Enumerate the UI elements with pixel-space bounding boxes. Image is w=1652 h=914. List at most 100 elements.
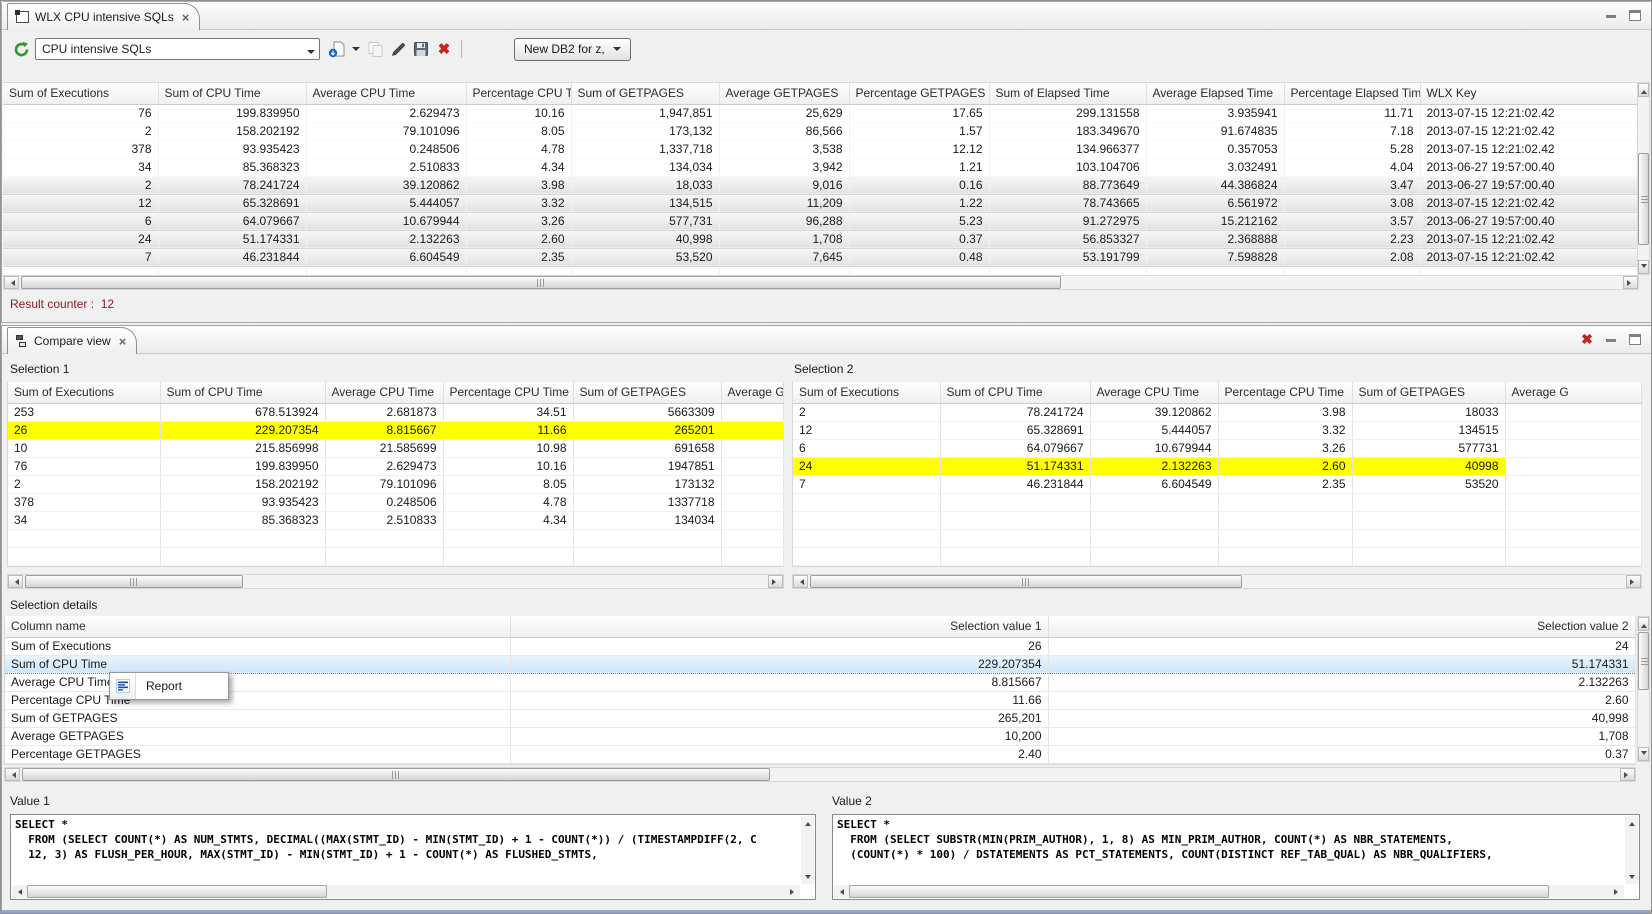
table-cell[interactable]: 2.629473: [306, 104, 466, 122]
value2-sql-box[interactable]: SELECT * FROM (SELECT SUBSTR(MIN(PRIM_AU…: [832, 814, 1640, 900]
table-cell[interactable]: 253: [8, 403, 160, 421]
scroll-right-arrow[interactable]: [1611, 885, 1624, 898]
table-row[interactable]: 746.2318446.6045492.3553,5207,6450.4853.…: [3, 248, 1638, 266]
table-cell[interactable]: 11.66: [510, 691, 1048, 709]
table-cell[interactable]: 6: [3, 212, 158, 230]
column-header[interactable]: Sum of CPU Time: [940, 382, 1090, 403]
table-cell[interactable]: 0.37: [1048, 745, 1635, 763]
table-cell[interactable]: 378: [3, 140, 158, 158]
table-cell[interactable]: 6.604549: [1090, 475, 1218, 493]
new-query-dropdown-arrow[interactable]: [351, 38, 361, 60]
table-cell[interactable]: 134.966377: [989, 140, 1146, 158]
table-cell[interactable]: 12: [3, 194, 158, 212]
table-cell[interactable]: 5.23: [849, 212, 989, 230]
table-cell[interactable]: 3.26: [466, 212, 571, 230]
table-row[interactable]: 3485.3683232.5108334.34134034: [8, 511, 783, 529]
table-row[interactable]: 664.07966710.6799443.26577731: [793, 439, 1641, 457]
table-cell[interactable]: 10,200: [510, 727, 1048, 745]
maximize-button[interactable]: [1628, 8, 1642, 22]
table-row[interactable]: 278.24172439.1208623.9818,0339,0160.1688…: [3, 176, 1638, 194]
table-cell[interactable]: 1,947,851: [571, 104, 719, 122]
scroll-left-arrow[interactable]: [834, 885, 847, 898]
scroll-down-arrow[interactable]: [1625, 872, 1638, 884]
table-row[interactable]: 10215.85699821.58569910.98691658: [8, 439, 783, 457]
column-header[interactable]: Sum of GETPAGES: [573, 382, 721, 403]
table-cell[interactable]: 7.18: [1284, 122, 1420, 140]
table-cell[interactable]: 199.839950: [160, 457, 325, 475]
table-cell[interactable]: [1505, 475, 1641, 493]
scroll-left-arrow[interactable]: [12, 885, 25, 898]
table-cell[interactable]: 2.35: [1218, 475, 1352, 493]
table-cell[interactable]: 46.231844: [940, 475, 1090, 493]
table-row[interactable]: 2158.20219279.1010968.05173132: [8, 475, 783, 493]
scroll-left-arrow[interactable]: [5, 768, 20, 781]
scroll-down-arrow[interactable]: [1638, 260, 1649, 274]
table-cell[interactable]: 4.78: [443, 493, 573, 511]
table-cell[interactable]: 2.132263: [306, 230, 466, 248]
table-cell[interactable]: 158.202192: [160, 475, 325, 493]
table-cell[interactable]: 2.60: [1218, 457, 1352, 475]
column-header[interactable]: Sum of GETPAGES: [1352, 382, 1505, 403]
table-cell[interactable]: 2.60: [1048, 691, 1635, 709]
table-cell[interactable]: 18,033: [571, 176, 719, 194]
value1-horizontal-scrollbar[interactable]: [12, 885, 800, 898]
scroll-up-arrow[interactable]: [801, 816, 814, 828]
table-cell[interactable]: 79.101096: [306, 122, 466, 140]
table-cell[interactable]: 2.60: [466, 230, 571, 248]
table-cell[interactable]: 2: [3, 176, 158, 194]
table-cell[interactable]: 65.328691: [940, 421, 1090, 439]
scroll-right-arrow[interactable]: [1620, 768, 1635, 781]
table-row[interactable]: 26229.2073548.81566711.66265201: [8, 421, 783, 439]
table-cell[interactable]: 134,034: [571, 158, 719, 176]
table-row[interactable]: 253678.5139242.68187334.515663309: [8, 403, 783, 421]
table-cell[interactable]: 2.681873: [325, 403, 443, 421]
selection2-horizontal-scrollbar[interactable]: [792, 574, 1642, 589]
table-cell[interactable]: 215.856998: [160, 439, 325, 457]
table-cell[interactable]: 26: [8, 421, 160, 439]
table-cell[interactable]: 2.510833: [325, 511, 443, 529]
table-cell[interactable]: [1505, 457, 1641, 475]
table-cell[interactable]: 17.65: [849, 104, 989, 122]
table-cell[interactable]: 85.368323: [158, 158, 306, 176]
table-cell[interactable]: 183.349670: [989, 122, 1146, 140]
value2-vertical-scrollbar[interactable]: [1625, 816, 1638, 884]
table-cell[interactable]: 24: [1048, 637, 1635, 655]
table-cell[interactable]: 1.57: [849, 122, 989, 140]
column-header[interactable]: Average CPU Time: [1090, 382, 1218, 403]
value1-sql-text[interactable]: SELECT * FROM (SELECT COUNT(*) AS NUM_ST…: [15, 817, 799, 883]
table-cell[interactable]: 53,520: [571, 248, 719, 266]
value2-sql-text[interactable]: SELECT * FROM (SELECT SUBSTR(MIN(PRIM_AU…: [837, 817, 1623, 883]
table-row[interactable]: Sum of GETPAGES265,20140,998: [5, 709, 1635, 727]
table-cell[interactable]: Percentage GETPAGES: [5, 745, 510, 763]
table-cell[interactable]: 78.241724: [940, 403, 1090, 421]
table-cell[interactable]: 8.815667: [510, 673, 1048, 691]
table-cell[interactable]: 11.66: [443, 421, 573, 439]
column-header[interactable]: Percentage Elapsed Time: [1284, 83, 1420, 104]
table-cell[interactable]: 103.104706: [989, 158, 1146, 176]
table-cell[interactable]: 7.598828: [1146, 248, 1284, 266]
table-row[interactable]: Percentage CPU Time11.662.60: [5, 691, 1635, 709]
column-header[interactable]: Average CPU Time: [325, 382, 443, 403]
selection1-horizontal-scrollbar[interactable]: [7, 574, 784, 589]
table-cell[interactable]: 265,201: [510, 709, 1048, 727]
table-cell[interactable]: 2.132263: [1090, 457, 1218, 475]
table-cell[interactable]: Sum of CPU Time: [5, 655, 510, 673]
table-cell[interactable]: 1.22: [849, 194, 989, 212]
table-cell[interactable]: 0.248506: [325, 493, 443, 511]
table-cell[interactable]: 691658: [573, 439, 721, 457]
scrollbar-thumb[interactable]: [21, 276, 1061, 289]
table-cell[interactable]: 53.191799: [989, 248, 1146, 266]
table-cell[interactable]: 3.08: [1284, 194, 1420, 212]
table-cell[interactable]: 96,288: [719, 212, 849, 230]
table-cell[interactable]: 0.37: [849, 230, 989, 248]
table-cell[interactable]: 6.604549: [306, 248, 466, 266]
menu-item-report[interactable]: Report: [136, 673, 228, 699]
table-cell[interactable]: 2.08: [1284, 248, 1420, 266]
table-cell[interactable]: 40998: [1352, 457, 1505, 475]
table-cell[interactable]: 8.05: [466, 122, 571, 140]
table-cell[interactable]: 6: [793, 439, 940, 457]
column-header[interactable]: Selection value 2: [1048, 616, 1635, 637]
table-cell[interactable]: 46.231844: [158, 248, 306, 266]
column-header[interactable]: Sum of GETPAGES: [571, 83, 719, 104]
table-row[interactable]: 2451.1743312.1322632.6040,9981,7080.3756…: [3, 230, 1638, 248]
